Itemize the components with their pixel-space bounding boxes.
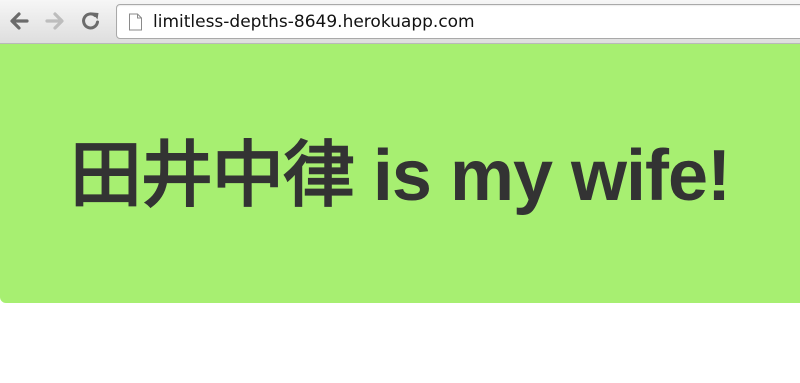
document-icon xyxy=(129,13,142,31)
arrow-right-icon xyxy=(45,12,64,30)
url-text[interactable]: limitless-depths-8649.herokuapp.com xyxy=(153,12,475,32)
arrow-left-icon xyxy=(10,12,29,30)
reload-icon xyxy=(82,12,99,30)
back-button[interactable] xyxy=(8,10,30,32)
forward-button[interactable] xyxy=(44,10,66,32)
hero-banner: 田井中律 is my wife! xyxy=(0,44,800,303)
page-heading: 田井中律 is my wife! xyxy=(69,136,731,216)
browser-toolbar: limitless-depths-8649.herokuapp.com xyxy=(0,0,800,44)
page-content: 田井中律 is my wife! xyxy=(0,44,800,383)
address-bar[interactable]: limitless-depths-8649.herokuapp.com xyxy=(116,4,800,39)
reload-button[interactable] xyxy=(80,10,102,32)
